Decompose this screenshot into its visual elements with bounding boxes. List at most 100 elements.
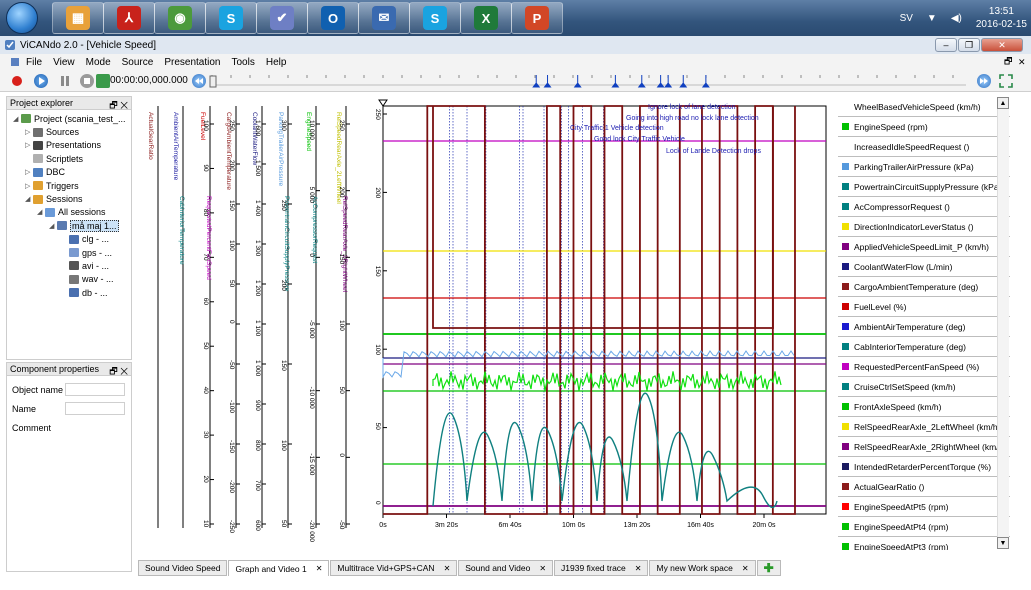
workspace-tab[interactable]: Sound Video Speed	[138, 560, 228, 576]
legend-item[interactable]: EngineSpeed (rpm)	[838, 117, 1010, 137]
taskbar-app-button[interactable]: P	[511, 2, 563, 34]
add-tab-icon[interactable]: ✚	[756, 560, 781, 576]
volume-icon[interactable]: ◀)	[951, 13, 962, 24]
legend-item[interactable]: AppliedVehicleSpeedLimit_P (km/h)	[838, 237, 1010, 257]
scroll-up-icon[interactable]: ▲	[997, 97, 1009, 109]
language-indicator[interactable]: SV	[900, 13, 913, 24]
taskbar-app-button[interactable]: ◉	[154, 2, 206, 34]
y-axis[interactable]: EngineSpeedAcCompressorRequest10 0005 00…	[305, 106, 320, 542]
mdi-restore-icon[interactable]: 🗗	[1004, 54, 1012, 70]
fullscreen-button[interactable]	[999, 74, 1013, 88]
taskbar-app-button[interactable]: ▦	[52, 2, 104, 34]
tree-item[interactable]: Scriptlets	[7, 152, 131, 165]
workspace-tab[interactable]: J1939 fixed trace ✕	[554, 560, 649, 576]
legend-item[interactable]: CabInteriorTemperature (deg)	[838, 337, 1010, 357]
explorer-controls[interactable]: 🗗 ✕	[109, 98, 128, 114]
loop-button[interactable]	[96, 74, 110, 88]
legend-scrollbar[interactable]: ▲ ▼	[997, 97, 1009, 550]
y-axis[interactable]: RelSpeedRearAxle_2LeftWheelRelSpeedRearA…	[335, 106, 350, 530]
play-button[interactable]	[34, 74, 48, 88]
legend-item[interactable]: AmbientAirTemperature (deg)	[838, 317, 1010, 337]
y-axis[interactable]: CoolantWaterFlow1 6001 5001 4001 3001 20…	[251, 106, 266, 531]
scroll-down-icon[interactable]: ▼	[997, 537, 1009, 549]
y-axis[interactable]: AmbientAirTemperature CabInteriorTemperat…	[172, 106, 185, 528]
workspace-tab[interactable]: Graph and Video 1 ✕	[228, 560, 330, 576]
tree-expander-icon[interactable]: ▷	[25, 182, 33, 190]
y-axis[interactable]: ActualGearRatio	[147, 106, 159, 528]
legend-item[interactable]: ActualGearRatio ()	[838, 477, 1010, 497]
legend-item[interactable]: ParkingTrailerAirPressure (kPa)	[838, 157, 1010, 177]
timeline-thumb[interactable]	[209, 75, 217, 88]
legend-item[interactable]: RelSpeedRearAxle_2RightWheel (km/h)	[838, 437, 1010, 457]
minimize-button[interactable]: –	[935, 38, 957, 52]
tab-close-icon[interactable]: ✕	[316, 564, 323, 573]
timeline-marker[interactable]	[664, 75, 673, 88]
multi-axis-graph[interactable]: ActualGearRatio AmbientAirTemperature CabI…	[138, 96, 836, 556]
menu-tools[interactable]: Tools	[231, 57, 254, 68]
legend-item[interactable]: RequestedPercentFanSpeed (%)	[838, 357, 1010, 377]
fast-forward-button[interactable]	[977, 74, 991, 88]
legend-item[interactable]: AcCompressorRequest ()	[838, 197, 1010, 217]
tree-item[interactable]: ◢ All sessions	[7, 206, 131, 219]
legend-item[interactable]: EngineSpeedAtPt5 (rpm)	[838, 497, 1010, 517]
stop-button[interactable]	[80, 74, 94, 88]
legend-item[interactable]: EngineSpeedAtPt4 (rpm)	[838, 517, 1010, 537]
timeline-marker[interactable]	[701, 75, 710, 88]
menu-help[interactable]: Help	[266, 57, 287, 68]
scroll-track[interactable]	[997, 109, 1009, 537]
taskbar-app-button[interactable]: ✉	[358, 2, 410, 34]
cursor-marker-icon[interactable]	[378, 99, 388, 107]
menu-mode[interactable]: Mode	[86, 57, 111, 68]
legend-item[interactable]: RelSpeedRearAxle_2LeftWheel (km/h)	[838, 417, 1010, 437]
taskbar-app-button[interactable]: S	[409, 2, 461, 34]
tree-item[interactable]: avi - ...	[7, 259, 131, 272]
rewind-button[interactable]	[192, 74, 206, 88]
timeline-marker[interactable]	[656, 75, 665, 88]
tab-close-icon[interactable]: ✕	[444, 564, 451, 573]
menu-source[interactable]: Source	[122, 57, 154, 68]
tree-expander-icon[interactable]: ◢	[13, 115, 21, 123]
tree-expander-icon[interactable]: ▷	[25, 141, 33, 149]
taskbar-app-button[interactable]: ✔	[256, 2, 308, 34]
mdi-close-icon[interactable]: ✕	[1018, 57, 1026, 68]
legend-item[interactable]: CruiseCtrlSetSpeed (km/h)	[838, 377, 1010, 397]
tab-close-icon[interactable]: ✕	[635, 564, 642, 573]
legend-item[interactable]: WheelBasedVehicleSpeed (km/h)	[838, 97, 1010, 117]
tab-close-icon[interactable]: ✕	[539, 564, 546, 573]
tree-expander-icon[interactable]: ▷	[25, 168, 33, 176]
timeline-marker[interactable]	[573, 75, 582, 88]
tree-item[interactable]: wav - ...	[7, 273, 131, 286]
tree-item[interactable]: ▷ Presentations	[7, 139, 131, 152]
timeline-marker[interactable]	[532, 75, 541, 88]
tree-item[interactable]: ▷ DBC	[7, 166, 131, 179]
tree-expander-icon[interactable]: ◢	[37, 208, 45, 216]
timeline-marker[interactable]	[611, 75, 620, 88]
legend-item[interactable]: EngineSpeedAtPt3 (rpm)	[838, 537, 1010, 550]
menu-presentation[interactable]: Presentation	[164, 57, 220, 68]
clock[interactable]: 13:51 2016-02-15	[976, 5, 1027, 31]
start-button[interactable]	[6, 2, 38, 34]
taskbar-app-button[interactable]: ⅄	[103, 2, 155, 34]
y-axis[interactable]: FuelLevelRequestedPercentFanSpeed1009080…	[199, 106, 214, 528]
legend-item[interactable]: FrontAxleSpeed (km/h)	[838, 397, 1010, 417]
legend-item[interactable]: PowertrainCircuitSupplyPressure (kPa)	[838, 177, 1010, 197]
close-button[interactable]: ✕	[981, 38, 1023, 52]
tree-expander-icon[interactable]: ◢	[49, 222, 57, 230]
workspace-tab[interactable]: Sound and Video ✕	[458, 560, 554, 576]
tab-close-icon[interactable]: ✕	[742, 564, 749, 573]
record-button[interactable]	[12, 76, 22, 86]
legend-item[interactable]: FuelLevel (%)	[838, 297, 1010, 317]
legend-item[interactable]: CoolantWaterFlow (L/min)	[838, 257, 1010, 277]
timeline-marker[interactable]	[679, 75, 688, 88]
tree-item[interactable]: db - ...	[7, 286, 131, 299]
taskbar-app-button[interactable]: X	[460, 2, 512, 34]
menu-file[interactable]: File	[26, 57, 42, 68]
legend-item[interactable]: DirectionIndicatorLeverStatus ()	[838, 217, 1010, 237]
workspace-tab[interactable]: Multitrace Vid+GPS+CAN ✕	[330, 560, 458, 576]
tree-item[interactable]: ◢ må maj 1...	[7, 219, 131, 232]
workspace-tab[interactable]: My new Work space ✕	[649, 560, 756, 576]
tree-item[interactable]: ▷ Triggers	[7, 179, 131, 192]
tree-item[interactable]: ◢ Sessions	[7, 192, 131, 205]
taskbar-app-button[interactable]: O	[307, 2, 359, 34]
tree-expander-icon[interactable]: ▷	[25, 128, 33, 136]
